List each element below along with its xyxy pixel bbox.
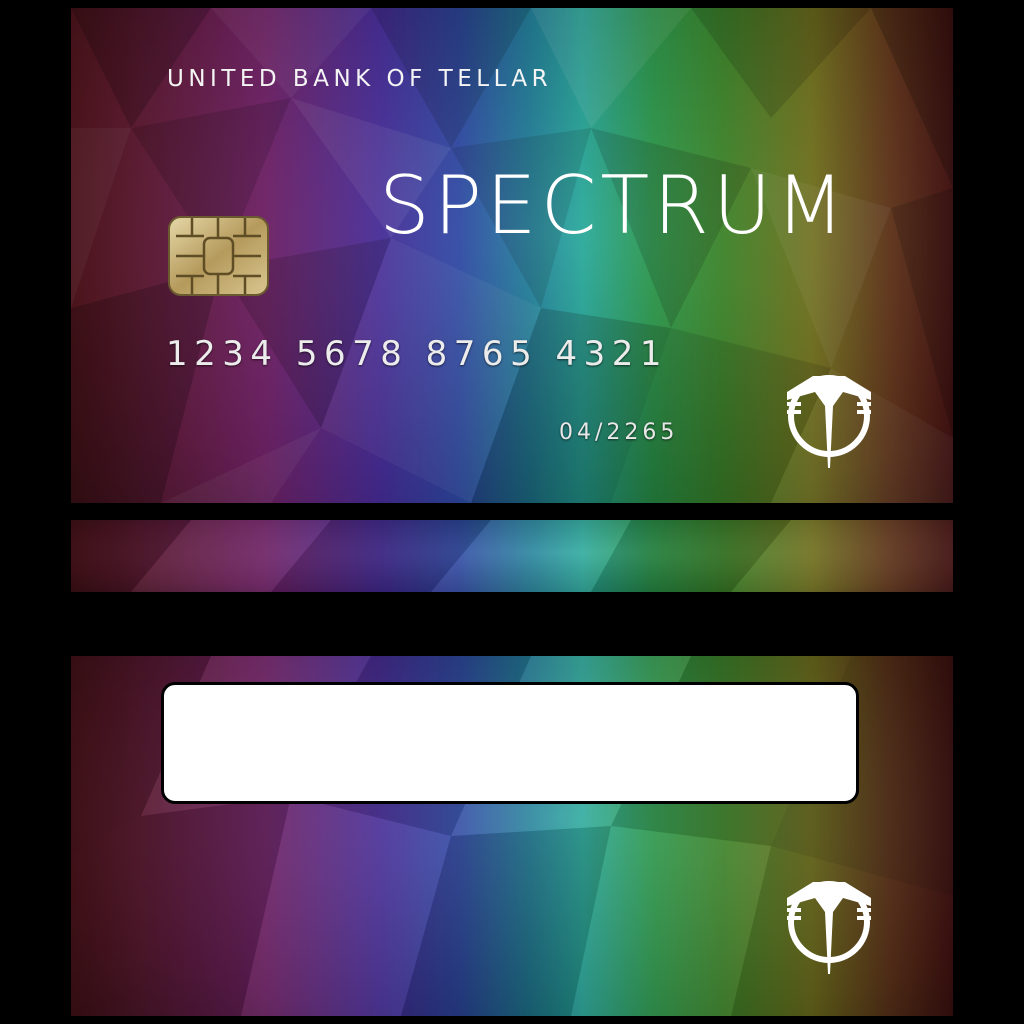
- card-product-name: SPECTRUM: [379, 159, 849, 252]
- card-design-sheet: UNITED BANK OF TELLAR SPECTRUM 1234 5678…: [0, 0, 1024, 1024]
- card-front: UNITED BANK OF TELLAR SPECTRUM 1234 5678…: [71, 8, 953, 503]
- tellar-t-emblem-icon: [787, 375, 871, 468]
- signature-panel[interactable]: [161, 682, 859, 804]
- card-number: 1234 5678 8765 4321: [166, 334, 669, 374]
- emv-chip-icon: [168, 216, 269, 296]
- expiry-date: 04/2265: [559, 420, 679, 445]
- card-back: [71, 656, 953, 1016]
- bank-name: UNITED BANK OF TELLAR: [167, 66, 553, 92]
- tellar-t-emblem-icon: [787, 881, 871, 974]
- card-shading: [71, 520, 953, 592]
- card-strip-section: [71, 520, 953, 592]
